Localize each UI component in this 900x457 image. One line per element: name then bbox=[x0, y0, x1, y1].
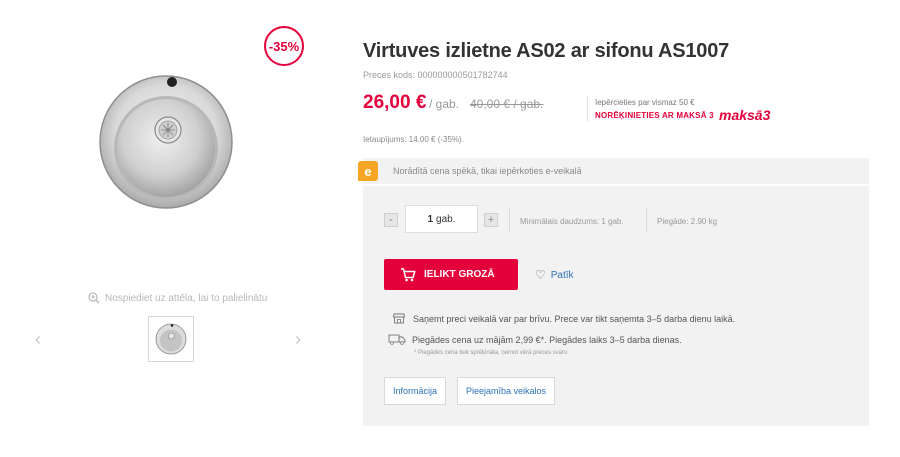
quantity-decrease-button[interactable]: - bbox=[384, 213, 398, 227]
gallery-next-arrow[interactable]: › bbox=[295, 330, 301, 348]
buy-box-separator bbox=[509, 208, 510, 232]
store-icon bbox=[393, 313, 405, 324]
zoom-hint-text: Nospiediet uz attēla, lai to palielinātu bbox=[105, 292, 268, 304]
tab-store-availability[interactable]: Pieejamība veikalos bbox=[457, 377, 556, 405]
delivery-footnote: * Piegādes cena tiek sprēķināta, ņemot v… bbox=[414, 350, 568, 356]
minimum-quantity: Minimālais daudzums: 1 gab. bbox=[520, 217, 624, 226]
maksa3-logo[interactable]: maksā3 bbox=[719, 107, 770, 123]
price-divider bbox=[587, 96, 588, 122]
sink-illustration bbox=[99, 75, 233, 209]
quantity-value: 1 bbox=[427, 213, 434, 225]
product-sku: Preces kods: 000000000501782744 bbox=[363, 70, 508, 80]
quantity-unit: gab. bbox=[436, 213, 456, 225]
buy-box-separator bbox=[646, 208, 647, 232]
product-title: Virtuves izlietne AS02 ar sifonu AS1007 bbox=[363, 40, 730, 62]
gallery-thumbnail[interactable] bbox=[148, 316, 194, 362]
cart-icon bbox=[401, 267, 416, 281]
home-delivery-text: Piegādes cena uz mājām 2,99 €*. Piegādes… bbox=[412, 334, 682, 345]
quantity-input[interactable]: 1 gab. bbox=[405, 205, 478, 233]
buy-box: - 1 gab. + Minimālais daudzums: 1 gab. P… bbox=[363, 186, 869, 426]
eshop-banner-text: Norādītā cena spēkā, tikai iepērkoties e… bbox=[393, 166, 582, 176]
installment-note: Iepērcieties par vismaz 50 € bbox=[595, 98, 695, 107]
current-price: 26,00 € bbox=[363, 92, 427, 113]
like-label: Patīk bbox=[550, 269, 574, 281]
add-to-cart-label: IELIKT GROZĀ bbox=[424, 269, 495, 280]
product-main-image[interactable] bbox=[96, 72, 236, 212]
eshop-price-banner: e Norādītā cena spēkā, tikai iepērkoties… bbox=[358, 158, 869, 184]
store-pickup-info: Saņemt preci veikalā var par brīvu. Prec… bbox=[393, 313, 735, 324]
add-to-cart-button[interactable]: IELIKT GROZĀ bbox=[384, 259, 518, 290]
delivery-weight: Piegāde: 2.90 kg bbox=[657, 217, 718, 226]
installment-link[interactable]: NORĒĶINIETIES AR MAKSĀ 3 bbox=[595, 111, 714, 120]
heart-outline-icon: ♡ bbox=[535, 268, 546, 282]
eshop-icon: e bbox=[358, 161, 378, 181]
like-button[interactable]: ♡ Patīk bbox=[535, 269, 574, 281]
gallery-prev-arrow[interactable]: ‹ bbox=[35, 330, 41, 348]
price-unit: / gab. bbox=[429, 97, 460, 111]
sink-thumbnail-icon bbox=[155, 323, 187, 355]
magnifier-plus-icon bbox=[88, 292, 100, 304]
home-delivery-info: Piegādes cena uz mājām 2,99 €*. Piegādes… bbox=[388, 334, 682, 345]
product-gallery: -35% Nospiediet uz attēla, lai to paliel… bbox=[0, 0, 340, 457]
store-pickup-text: Saņemt preci veikalā var par brīvu. Prec… bbox=[413, 313, 736, 324]
tab-information[interactable]: Informācija bbox=[384, 377, 447, 405]
savings-text: Ietaupījums: 14,00 € (-35%). bbox=[363, 135, 464, 144]
zoom-hint: Nospiediet uz attēla, lai to palielinātu bbox=[88, 292, 267, 304]
quantity-increase-button[interactable]: + bbox=[484, 213, 498, 227]
old-price: 40,00 € / gab. bbox=[470, 97, 544, 111]
truck-icon bbox=[388, 334, 406, 345]
discount-badge: -35% bbox=[264, 26, 304, 66]
